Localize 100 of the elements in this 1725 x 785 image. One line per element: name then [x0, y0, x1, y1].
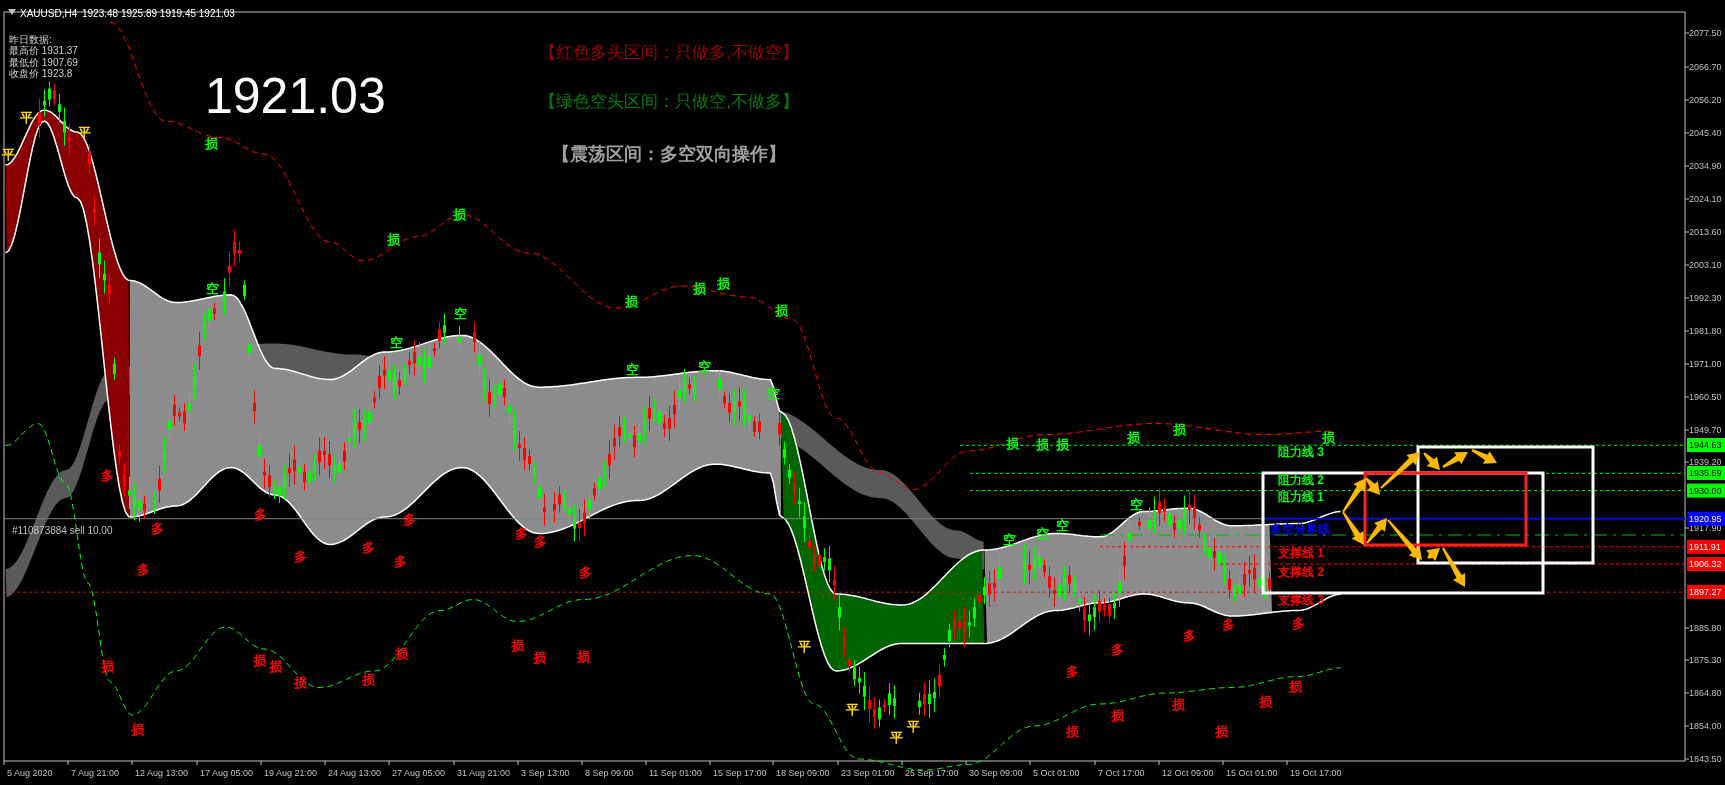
signal-label: 多 [402, 511, 416, 527]
price-tag-label: 1911.91 [1689, 541, 1721, 552]
signal-label: 损 [1126, 430, 1140, 446]
signal-label: 损 [1036, 436, 1050, 452]
price-tick-label: 2013.60 [1689, 227, 1722, 237]
time-tick-label: 8 Sep 09:00 [585, 768, 634, 778]
signal-label: 多 [136, 562, 150, 578]
ohlc-values: 1923.48 1925.89 1919.45 1921.03 [82, 7, 235, 19]
price-tick-label: 1939.20 [1689, 457, 1722, 467]
time-tick-label: 15 Oct 01:00 [1226, 768, 1278, 778]
signal-label: 损 [624, 293, 638, 309]
price-tick-label: 1981.80 [1689, 326, 1722, 336]
time-tick-label: 18 Sep 09:00 [776, 768, 830, 778]
signal-label: 损 [1111, 707, 1125, 723]
price-tick-label: 2034.90 [1689, 161, 1722, 171]
level-label: 阻力线 1 [1278, 490, 1324, 504]
level-label: 多空分界线 [1270, 522, 1330, 536]
price-tick-label: 1843.50 [1689, 754, 1722, 764]
level-label: 支撑线 2 [1278, 565, 1324, 579]
signal-label: 损 [453, 207, 467, 222]
time-tick-label: 30 Sep 09:00 [969, 768, 1023, 778]
signal-label: 平 [2, 146, 16, 162]
signal-label: 多 [1066, 663, 1079, 679]
signal-label: 损 [1322, 430, 1336, 446]
signal-label: 损 [268, 659, 282, 675]
price-tick-label: 2077.50 [1689, 28, 1722, 38]
signal-label: 损 [532, 650, 546, 666]
time-tick-label: 12 Oct 09:00 [1162, 768, 1214, 778]
price-tick-label: 2045.40 [1689, 128, 1722, 138]
signal-label: 损 [204, 135, 218, 151]
time-tick-label: 12 Aug 13:00 [135, 768, 189, 778]
time-tick-label: 5 Oct 01:00 [1033, 768, 1080, 778]
signal-label: 损 [1289, 678, 1303, 694]
current-price: 1921.03 [205, 68, 386, 124]
signal-label: 损 [253, 652, 267, 668]
info-text: 昨日数据: [9, 33, 52, 45]
price-tick-label: 2003.10 [1689, 260, 1722, 270]
legend-text: 【震荡区间：多空双向操作】 [552, 144, 786, 164]
info-text: 最低价 1907.69 [9, 56, 78, 68]
signal-label: 多 [393, 553, 407, 569]
signal-label: 损 [1171, 696, 1185, 712]
signal-label: 空 [1129, 497, 1143, 513]
signal-label: 多 [293, 549, 307, 565]
info-text: 最高价 1931.37 [9, 45, 78, 56]
signal-label: 平 [890, 729, 903, 745]
signal-label: 多 [1222, 617, 1236, 633]
signal-label: 损 [1214, 724, 1228, 739]
price-tick-label: 1875.30 [1689, 655, 1722, 665]
signal-label: 损 [362, 672, 375, 688]
time-tick-label: 7 Aug 21:00 [71, 768, 120, 778]
price-tag-label: 1906.32 [1689, 559, 1722, 569]
signal-label: 损 [576, 649, 590, 665]
signal-label: 多 [578, 564, 592, 580]
signal-label: 多 [514, 526, 528, 541]
signal-label: 平 [19, 110, 33, 126]
time-tick-label: 15 Sep 17:00 [713, 768, 767, 778]
signal-label: 多 [150, 520, 164, 536]
signal-label: 损 [1258, 694, 1272, 710]
signal-label: 平 [78, 124, 92, 140]
time-tick-label: 17 Aug 05:00 [200, 768, 254, 778]
price-tag-label: 1930.00 [1689, 485, 1722, 496]
level-label: 阻力线 3 [1278, 445, 1324, 459]
signal-label: 多 [362, 540, 375, 556]
signal-label: 多 [1182, 628, 1196, 644]
time-tick-label: 19 Aug 21:00 [264, 768, 318, 778]
price-tick-label: 2024.10 [1689, 194, 1722, 204]
price-tag-label: 1944.63 [1689, 440, 1722, 450]
price-tag-label: 1920.95 [1689, 513, 1722, 524]
info-text: 收盘价 1923.8 [9, 68, 73, 79]
signal-label: 多 [101, 467, 115, 483]
time-tick-label: 5 Aug 2020 [7, 768, 53, 778]
price-tick-label: 1917.90 [1689, 523, 1722, 533]
dropdown-triangle-icon[interactable] [8, 9, 16, 15]
price-tick-label: 1885.80 [1689, 623, 1722, 633]
time-tick-label: 31 Aug 21:00 [457, 768, 511, 778]
price-tick-label: 1971.00 [1689, 359, 1722, 369]
signal-label: 损 [717, 276, 731, 292]
signal-label: 损 [774, 302, 788, 318]
signal-label: 损 [395, 645, 408, 661]
signal-label: 多 [1291, 616, 1305, 632]
signal-label: 多 [533, 533, 547, 549]
price-tick-label: 2066.70 [1689, 62, 1722, 72]
price-tick-label: 1960.50 [1689, 392, 1722, 402]
time-tick-label: 7 Oct 17:00 [1098, 768, 1145, 778]
signal-label: 平 [906, 718, 920, 734]
price-tick-label: 1864.80 [1689, 688, 1722, 698]
signal-label: 多 [1111, 641, 1125, 657]
time-tick-label: 11 Sep 01:00 [649, 768, 702, 778]
level-label: 阻力线 2 [1278, 473, 1324, 487]
time-tick-label: 24 Aug 13:00 [328, 768, 382, 778]
price-tick-label: 1854.00 [1689, 721, 1722, 731]
signal-label: 平 [846, 702, 859, 717]
time-tick-label: 19 Oct 17:00 [1290, 768, 1342, 778]
signal-label: 损 [131, 721, 144, 737]
signal-label: 损 [1066, 724, 1079, 739]
signal-label: 损 [101, 659, 115, 675]
time-tick-label: 3 Sep 13:00 [521, 768, 570, 778]
level-label: 支撑线 1 [1278, 546, 1324, 560]
signal-label: 空 [1056, 518, 1070, 534]
signal-label: 空 [697, 358, 711, 374]
